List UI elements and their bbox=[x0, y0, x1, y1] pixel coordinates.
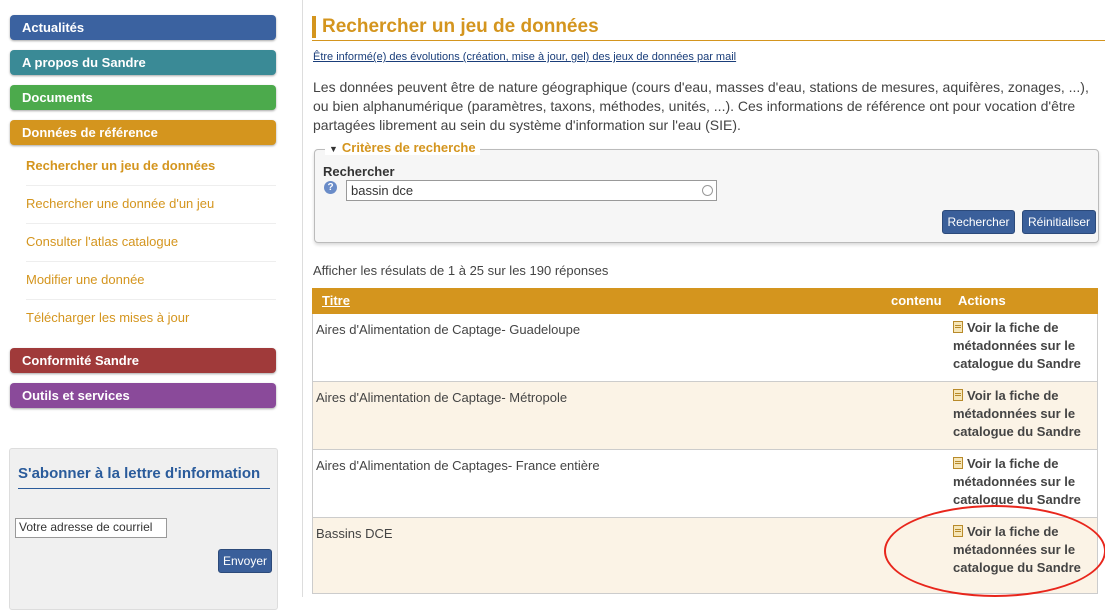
view-metadata-link[interactable]: Voir la fiche de métadonnées sur le cata… bbox=[953, 523, 1093, 577]
reset-button[interactable]: Réinitialiser bbox=[1022, 210, 1096, 234]
document-icon bbox=[953, 321, 963, 333]
search-input[interactable]: bassin dce bbox=[346, 180, 717, 201]
search-label: Rechercher bbox=[323, 164, 395, 179]
row-title: Aires d'Alimentation de Captage- Métropo… bbox=[316, 390, 568, 405]
subnav-item-rechercher-jeu[interactable]: Rechercher un jeu de données bbox=[26, 147, 276, 186]
column-header-contenu: contenu bbox=[891, 293, 942, 308]
row-title: Aires d'Alimentation de Captages- France… bbox=[316, 458, 600, 473]
newsletter-title: S'abonner à la lettre d'information bbox=[18, 465, 270, 489]
nav-donnees-de-reference[interactable]: Données de référence bbox=[10, 120, 276, 145]
view-metadata-label: Voir la fiche de métadonnées sur le cata… bbox=[953, 456, 1081, 507]
table-row: Aires d'Alimentation de Captage- Métropo… bbox=[312, 382, 1098, 450]
view-metadata-label: Voir la fiche de métadonnées sur le cata… bbox=[953, 320, 1081, 371]
results-count: Afficher les résulats de 1 à 25 sur les … bbox=[313, 263, 609, 278]
view-metadata-link[interactable]: Voir la fiche de métadonnées sur le cata… bbox=[953, 387, 1093, 441]
column-header-actions: Actions bbox=[958, 293, 1006, 308]
notify-by-mail-link[interactable]: Être informé(e) des évolutions (création… bbox=[313, 51, 736, 63]
document-icon bbox=[953, 389, 963, 401]
view-metadata-label: Voir la fiche de métadonnées sur le cata… bbox=[953, 524, 1081, 575]
nav-conformite[interactable]: Conformité Sandre bbox=[10, 348, 276, 373]
table-header: Titre contenu Actions bbox=[312, 288, 1098, 314]
email-field[interactable]: Votre adresse de courriel bbox=[15, 518, 167, 538]
search-button[interactable]: Rechercher bbox=[942, 210, 1015, 234]
title-underline bbox=[312, 40, 1105, 41]
subnav-item-rechercher-donnee[interactable]: Rechercher une donnée d'un jeu bbox=[26, 185, 276, 224]
table-row: Aires d'Alimentation de Captages- France… bbox=[312, 450, 1098, 518]
intro-text: Les données peuvent être de nature géogr… bbox=[313, 79, 1089, 133]
criteria-legend-label: Critères de recherche bbox=[341, 140, 476, 155]
view-metadata-link[interactable]: Voir la fiche de métadonnées sur le cata… bbox=[953, 319, 1093, 373]
help-icon[interactable]: ? bbox=[324, 181, 337, 194]
criteria-toggle[interactable]: ▼ Critères de recherche bbox=[325, 140, 480, 155]
row-title: Bassins DCE bbox=[316, 526, 393, 541]
nav-a-propos[interactable]: A propos du Sandre bbox=[10, 50, 276, 75]
send-button[interactable]: Envoyer bbox=[218, 549, 272, 573]
subnav-item-atlas[interactable]: Consulter l'atlas catalogue bbox=[26, 223, 276, 262]
triangle-down-icon: ▼ bbox=[329, 144, 338, 154]
page-title: Rechercher un jeu de données bbox=[312, 16, 599, 38]
subnav-item-modifier[interactable]: Modifier une donnée bbox=[26, 261, 276, 300]
nav-actualites[interactable]: Actualités bbox=[10, 15, 276, 40]
sidebar: Actualités A propos du Sandre Documents … bbox=[0, 0, 285, 610]
subnav-item-telecharger[interactable]: Télécharger les mises à jour bbox=[26, 299, 276, 337]
nav-outils[interactable]: Outils et services bbox=[10, 383, 276, 408]
column-header-title[interactable]: Titre bbox=[322, 288, 350, 314]
clear-search-icon[interactable] bbox=[702, 185, 713, 196]
nav-documents[interactable]: Documents bbox=[10, 85, 276, 110]
table-row: Bassins DCE Voir la fiche de métadonnées… bbox=[312, 518, 1098, 594]
search-criteria-panel: ▼ Critères de recherche Rechercher ? bass… bbox=[314, 140, 1099, 243]
column-divider bbox=[302, 0, 303, 597]
view-metadata-link[interactable]: Voir la fiche de métadonnées sur le cata… bbox=[953, 455, 1093, 509]
document-icon bbox=[953, 457, 963, 469]
document-icon bbox=[953, 525, 963, 537]
newsletter-box: S'abonner à la lettre d'information Votr… bbox=[9, 448, 278, 610]
row-title: Aires d'Alimentation de Captage- Guadelo… bbox=[316, 322, 581, 337]
table-row: Aires d'Alimentation de Captage- Guadelo… bbox=[312, 314, 1098, 382]
view-metadata-label: Voir la fiche de métadonnées sur le cata… bbox=[953, 388, 1081, 439]
